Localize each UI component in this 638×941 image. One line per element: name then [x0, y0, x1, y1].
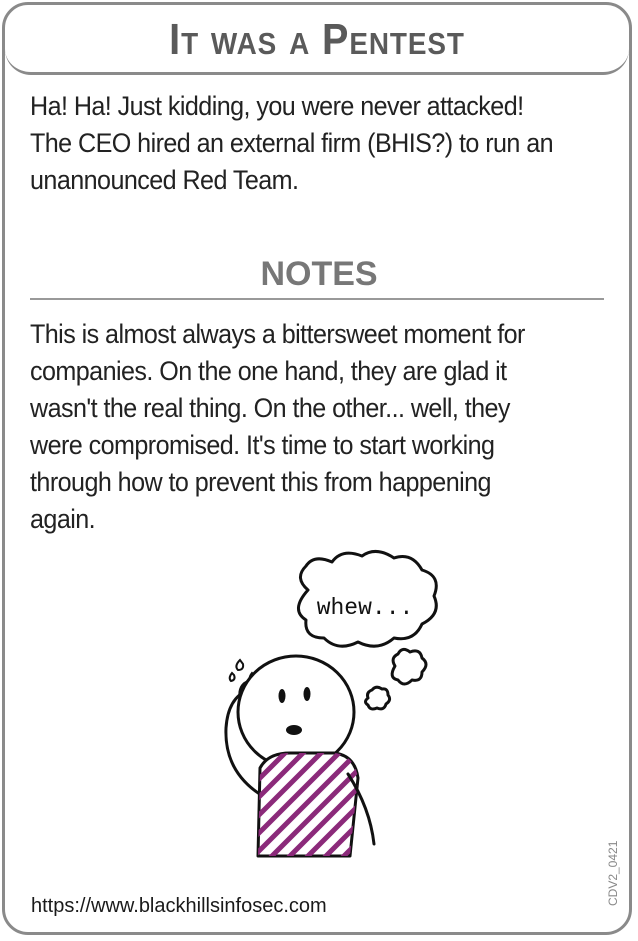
sweat-drop-icon — [235, 658, 245, 672]
card-code: CDV2_0421 — [606, 840, 620, 906]
thought-puff-icon — [364, 685, 392, 711]
title-bar: It was a Pentest — [5, 5, 629, 75]
notes-divider — [30, 298, 604, 300]
sweat-drop-icon — [228, 671, 236, 683]
notes-body: This is almost always a bittersweet mome… — [30, 319, 525, 534]
notes-heading: NOTES — [260, 255, 378, 293]
right-eye — [303, 687, 311, 701]
head — [236, 654, 356, 770]
footer-url[interactable]: https://www.blackhillsinfosec.com — [31, 893, 327, 919]
thought-text: whew... — [317, 595, 414, 621]
left-eye — [278, 689, 286, 703]
mouth — [286, 725, 302, 735]
relieved-person-illustration: whew... — [224, 550, 438, 858]
intro-text: Ha! Ha! Just kidding, you were never att… — [30, 91, 554, 195]
card-title: It was a Pentest — [169, 15, 465, 64]
thought-puff-icon — [390, 647, 428, 686]
